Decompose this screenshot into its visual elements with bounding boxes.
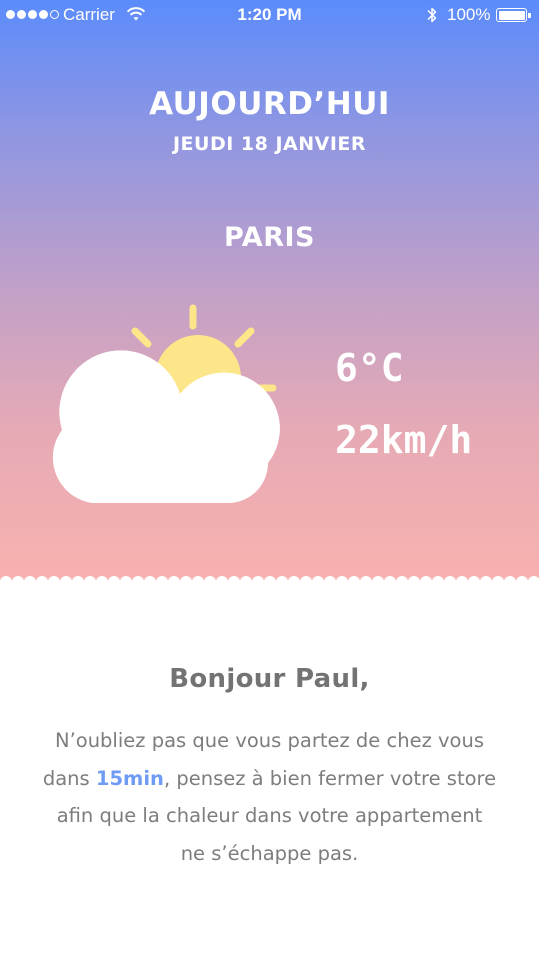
- current-date: JEUDI 18 JANVIER: [172, 133, 367, 155]
- city-name: PARIS: [224, 222, 315, 253]
- temperature: 6°C: [335, 346, 404, 390]
- message-line: afin que la chaleur dans votre apparteme…: [56, 804, 483, 827]
- battery-percentage: 100%: [447, 5, 491, 24]
- greeting: Bonjour Paul,: [169, 664, 370, 694]
- page-title: AUJOURD’HUI: [149, 86, 390, 122]
- reminder-message: N’oubliez pas que vous partez de chez vo…: [0, 722, 539, 872]
- wind-speed: 22km/h: [335, 418, 473, 462]
- wave-divider: [0, 576, 539, 600]
- message-line: ne s’échappe pas.: [180, 841, 359, 865]
- battery-icon: [496, 8, 531, 22]
- message-line: N’oubliez pas que vous partez de chez vo…: [54, 729, 485, 752]
- message-line: dans 15min, pensez à bien fermer votre s…: [42, 766, 497, 790]
- departure-time: 15min: [95, 766, 164, 790]
- weather-header: Carrier 1:20 PM 100% AUJOURD’HUI JEUDI 1…: [0, 0, 539, 600]
- partly-cloudy-icon: [52, 304, 280, 503]
- status-bar: Carrier 1:20 PM 100%: [0, 0, 539, 30]
- bluetooth-icon: [426, 5, 438, 29]
